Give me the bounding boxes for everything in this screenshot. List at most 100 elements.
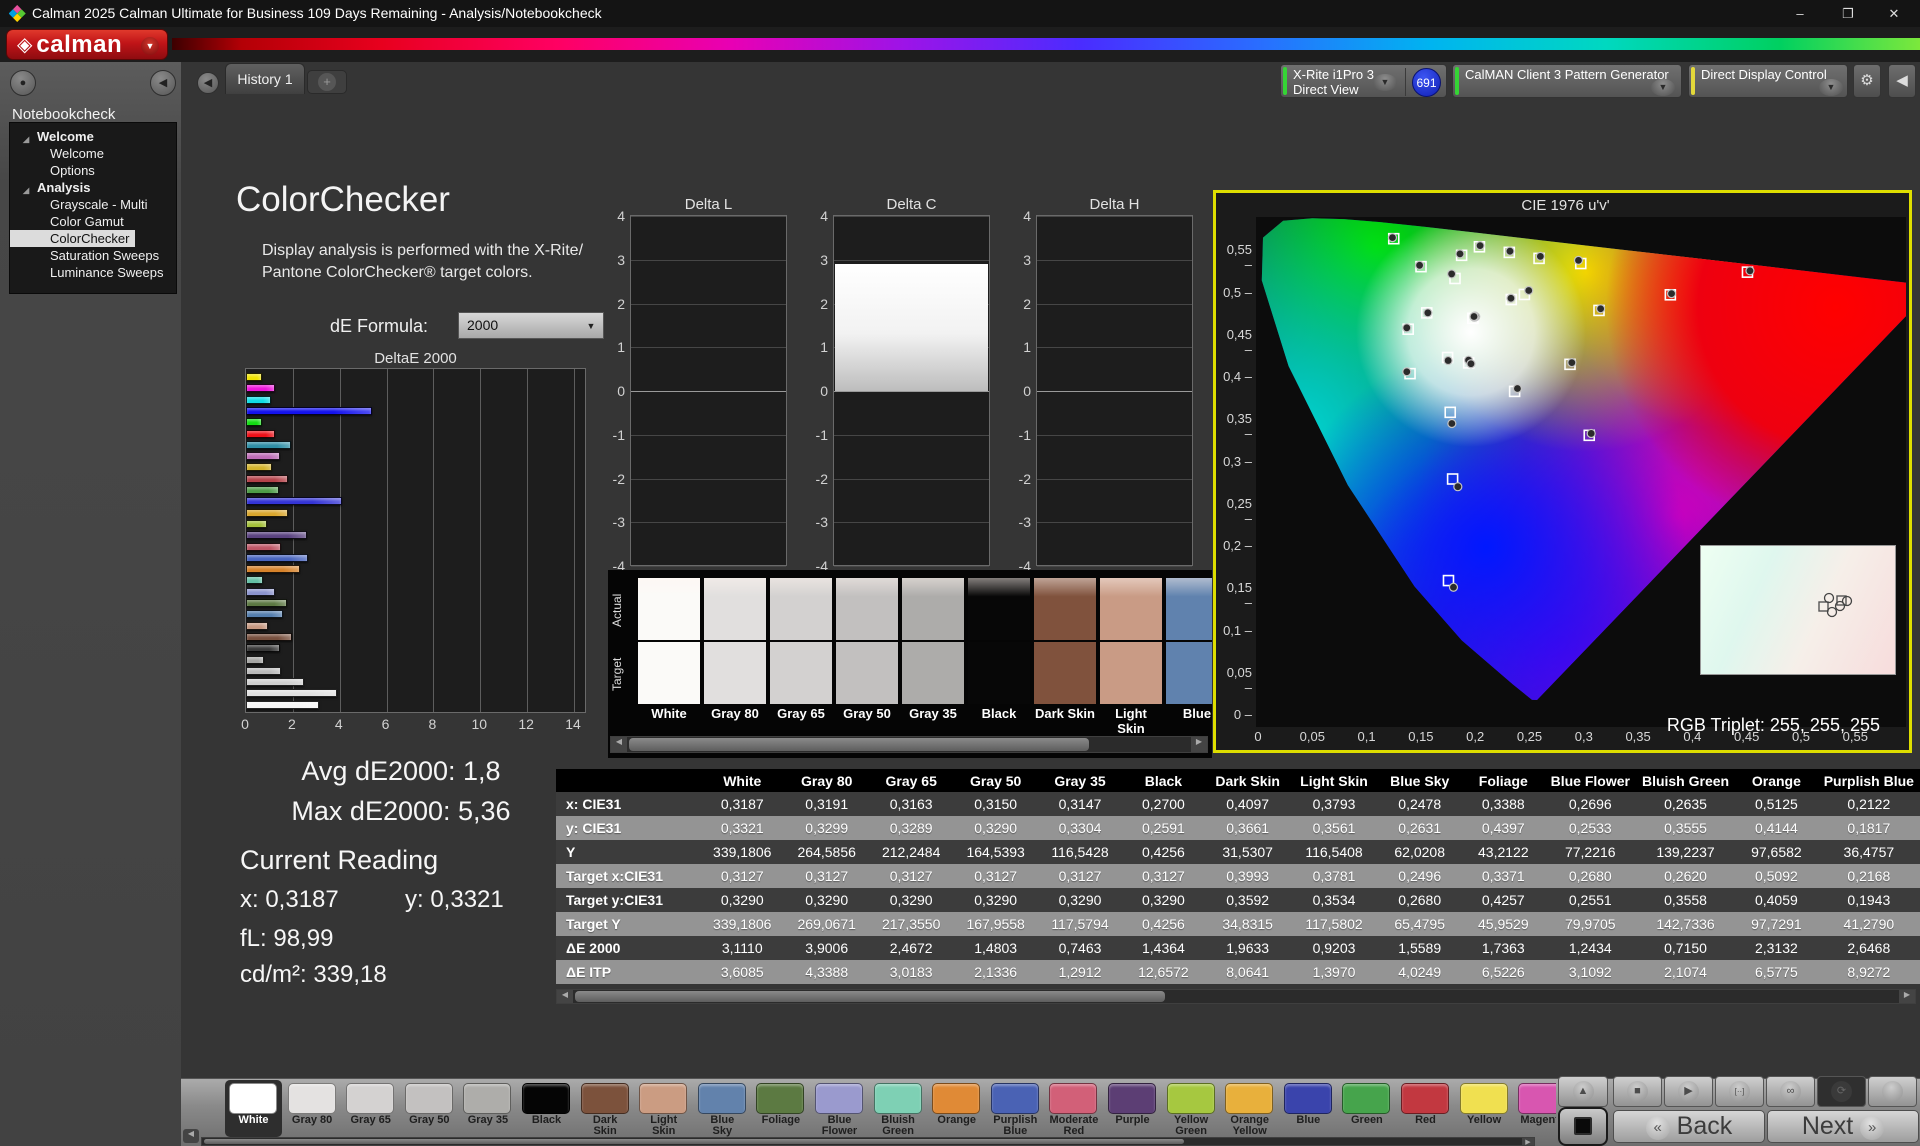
display-control-selector[interactable]: Direct Display Control ▼ xyxy=(1688,64,1848,98)
palette-patch-yellow[interactable]: Yellow xyxy=(1456,1080,1513,1137)
palette-scroll-right-icon[interactable]: ▶ xyxy=(1522,1138,1534,1145)
meter-selector[interactable]: X-Rite i1Pro 3 Direct View ▼ 691 xyxy=(1280,64,1447,98)
compare-scrollbar[interactable]: ◀ ▶ xyxy=(610,736,1208,753)
cell: 0,2496 xyxy=(1377,864,1462,888)
x-tick-label: 0 xyxy=(237,716,253,732)
palette-patch-foliage[interactable]: Foliage xyxy=(752,1080,809,1137)
scroll-right-icon[interactable]: ▶ xyxy=(1191,737,1207,752)
sidebar-item-colorchecker[interactable]: ColorChecker xyxy=(10,230,135,247)
loop-button[interactable]: ∞ xyxy=(1766,1076,1815,1107)
palette-scroll-left-icon[interactable]: ◀ xyxy=(183,1129,199,1143)
sidebar-options-button[interactable]: ● xyxy=(10,70,36,96)
palette-patch-gray-65[interactable]: Gray 65 xyxy=(342,1080,399,1137)
x-tick-label: 4 xyxy=(331,716,347,732)
compare-scrollbar-thumb[interactable] xyxy=(629,738,1089,751)
meter-chevron-icon[interactable]: ▼ xyxy=(1373,74,1397,91)
actual-swatch xyxy=(770,578,832,640)
cell: 339,1806 xyxy=(700,840,784,864)
palette-patch-light-skin[interactable]: LightSkin xyxy=(635,1080,692,1137)
settings-button[interactable]: ⚙ xyxy=(1853,64,1881,98)
de-bar-blue-100- xyxy=(246,407,372,415)
series-button[interactable]: [··] xyxy=(1715,1076,1764,1107)
display-chevron-icon[interactable]: ▼ xyxy=(1819,79,1843,96)
pattern-chevron-icon[interactable]: ▼ xyxy=(1651,79,1675,96)
minimize-button[interactable]: – xyxy=(1780,0,1820,27)
cell: 4,0249 xyxy=(1377,960,1462,984)
refresh-icon: ⟳ xyxy=(1831,1081,1852,1102)
back-button[interactable]: « Back xyxy=(1613,1110,1765,1143)
palette-patch-orange[interactable]: Orange xyxy=(928,1080,985,1137)
refresh-button[interactable]: ⟳ xyxy=(1817,1076,1866,1107)
sidebar-item-welcome[interactable]: Welcome xyxy=(10,145,176,162)
patch-label: DarkSkin xyxy=(577,1115,634,1137)
y-tick-label: 3 xyxy=(1011,252,1031,268)
de-formula-dropdown[interactable]: 2000 ▼ xyxy=(458,312,604,339)
delta-c-value-block xyxy=(835,264,988,391)
table-scrollbar-thumb[interactable] xyxy=(575,991,1165,1002)
palette-scrollbar[interactable]: ▶ xyxy=(201,1137,1535,1146)
y-tick-label: -1 xyxy=(808,427,828,443)
panel-collapse-button[interactable]: ◀ xyxy=(1888,64,1916,98)
palette-patch-yellow-green[interactable]: YellowGreen xyxy=(1163,1080,1220,1137)
tab-scroll-left-button[interactable]: ◀ xyxy=(197,72,219,94)
palette-patch-blue-flower[interactable]: BlueFlower xyxy=(811,1080,868,1137)
gridline xyxy=(527,369,528,712)
patch-swatch xyxy=(1167,1083,1215,1114)
calman-logo-button[interactable]: ◈ calman ▼ xyxy=(6,29,168,60)
play-button[interactable]: ▶ xyxy=(1664,1076,1713,1107)
palette-patch-blue[interactable]: Blue xyxy=(1280,1080,1337,1137)
sidebar-item-luminance-sweeps[interactable]: Luminance Sweeps xyxy=(10,264,176,281)
palette-patch-dark-skin[interactable]: DarkSkin xyxy=(577,1080,634,1137)
cell: 0,3127 xyxy=(784,864,868,888)
sidebar-item-analysis[interactable]: ◢Analysis xyxy=(10,179,176,196)
palette-patch-green[interactable]: Green xyxy=(1338,1080,1395,1137)
sidebar-item-grayscale-multi[interactable]: Grayscale - Multi xyxy=(10,196,176,213)
palette-patch-orange-yellow[interactable]: OrangeYellow xyxy=(1221,1080,1278,1137)
palette-scrollbar-thumb[interactable] xyxy=(204,1139,1184,1144)
tab-history-1[interactable]: History 1 xyxy=(225,63,305,94)
sidebar-item-color-gamut[interactable]: Color Gamut xyxy=(10,213,176,230)
y-tick-label: -1 xyxy=(605,427,625,443)
panel-expand-button[interactable]: ▲ xyxy=(1558,1076,1608,1107)
avg-de2000-readout: Avg dE2000: 1,8 xyxy=(236,756,566,787)
palette-patch-gray-50[interactable]: Gray 50 xyxy=(401,1080,458,1137)
maximize-button[interactable]: ❐ xyxy=(1828,0,1868,27)
actual-swatch xyxy=(1034,578,1096,640)
table-scroll-left-icon[interactable]: ◀ xyxy=(557,990,573,1003)
window-titlebar: Calman 2025 Calman Ultimate for Business… xyxy=(0,0,1920,27)
sidebar-collapse-button[interactable]: ◀ xyxy=(150,70,176,96)
palette-patch-blue-sky[interactable]: BlueSky xyxy=(694,1080,751,1137)
palette-patch-black[interactable]: Black xyxy=(518,1080,575,1137)
gridline xyxy=(1037,566,1192,567)
palette-patch-red[interactable]: Red xyxy=(1397,1080,1454,1137)
close-button[interactable]: ✕ xyxy=(1874,0,1914,27)
palette-patch-bluish-green[interactable]: BluishGreen xyxy=(870,1080,927,1137)
table-scroll-right-icon[interactable]: ▶ xyxy=(1899,990,1915,1003)
palette-patch-white[interactable]: White xyxy=(225,1080,282,1137)
add-tab-button[interactable]: + xyxy=(307,70,347,94)
palette-patch-magenta[interactable]: Magenta xyxy=(1514,1080,1556,1137)
sidebar-item-options[interactable]: Options xyxy=(10,162,176,179)
palette-patch-gray-80[interactable]: Gray 80 xyxy=(284,1080,341,1137)
palette-patch-gray-35[interactable]: Gray 35 xyxy=(459,1080,516,1137)
row-header: ΔE 2000 xyxy=(556,936,700,960)
patch-label: Gray 65 xyxy=(342,1115,399,1126)
cell: 1,4803 xyxy=(953,936,1037,960)
palette-patch-purplish-blue[interactable]: PurplishBlue xyxy=(987,1080,1044,1137)
stop-measure-button[interactable] xyxy=(1558,1107,1608,1146)
measured-marker-yellow xyxy=(1506,247,1514,255)
cie-x-tick: 0,1 xyxy=(1349,729,1385,744)
stop-button[interactable]: ■ xyxy=(1613,1076,1662,1107)
palette-patch-purple[interactable]: Purple xyxy=(1104,1080,1161,1137)
sidebar-item-welcome[interactable]: ◢Welcome xyxy=(10,128,176,145)
y-tick-label: 3 xyxy=(808,252,828,268)
palette-patch-moderate-red[interactable]: ModerateRed xyxy=(1045,1080,1102,1137)
blank-button[interactable] xyxy=(1868,1076,1917,1107)
pattern-generator-selector[interactable]: CalMAN Client 3 Pattern Generator ▼ xyxy=(1452,64,1682,98)
table-scrollbar[interactable]: ◀ ▶ xyxy=(556,989,1916,1004)
next-button[interactable]: Next » xyxy=(1767,1110,1919,1143)
scroll-left-icon[interactable]: ◀ xyxy=(611,737,627,752)
patch-swatch xyxy=(874,1083,922,1114)
logo-menu-chevron-icon[interactable]: ▼ xyxy=(141,37,159,55)
sidebar-item-saturation-sweeps[interactable]: Saturation Sweeps xyxy=(10,247,176,264)
